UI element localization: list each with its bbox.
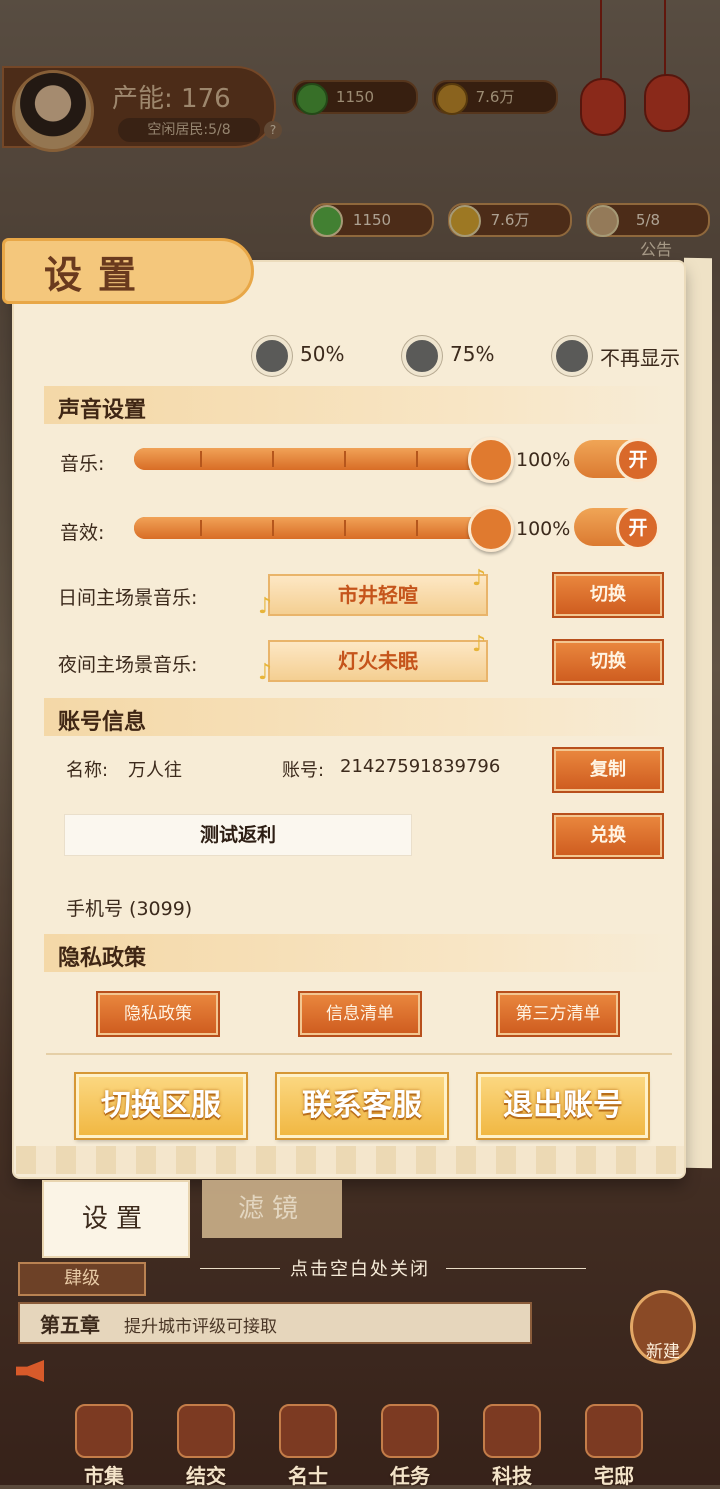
night-music-switch-button[interactable]: 切换: [554, 641, 662, 683]
celebrity-icon: [279, 1404, 337, 1458]
market-icon: [75, 1404, 133, 1458]
third-party-list-button[interactable]: 第三方清单: [498, 993, 618, 1035]
nav-tasks[interactable]: 任务: [378, 1404, 442, 1488]
account-name-value: 万人往: [128, 760, 182, 781]
music-note-icon: ♪: [258, 594, 273, 619]
account-section-title: 账号信息: [58, 710, 147, 735]
copy-button[interactable]: 复制: [554, 749, 662, 791]
info-list-button[interactable]: 信息清单: [300, 993, 420, 1035]
build-label: 新建: [646, 1342, 680, 1362]
radio-75-label: 75%: [450, 342, 495, 366]
social-icon: [177, 1404, 235, 1458]
panel-title: 设置: [44, 253, 153, 297]
night-music-track: 灯火未眠: [268, 640, 488, 682]
day-music-track: 市井轻喧: [268, 574, 488, 616]
radio-never-label: 不再显示: [600, 346, 680, 370]
slider-tick: [344, 451, 346, 467]
nav-market[interactable]: 市集: [72, 1404, 136, 1488]
privacy-section-title: 隐私政策: [58, 946, 147, 971]
slider-tick: [416, 520, 418, 536]
slider-tick: [272, 451, 274, 467]
switch-server-button[interactable]: 切换区服: [76, 1074, 246, 1138]
phone-number: 手机号 (3099): [66, 898, 193, 920]
chapter-text: 提升城市评级可接取: [124, 1317, 277, 1337]
nav-mansion[interactable]: 宅邸: [582, 1404, 646, 1488]
sfx-toggle[interactable]: 开: [574, 506, 660, 550]
panel-page-edge: [684, 257, 712, 1169]
build-button[interactable]: 新建: [630, 1290, 696, 1364]
radio-75[interactable]: [402, 336, 442, 376]
music-slider[interactable]: [134, 448, 494, 470]
music-toggle[interactable]: 开: [574, 438, 660, 482]
chapter-number: 第五章: [40, 1313, 100, 1337]
redeem-code-input[interactable]: 测试返利: [64, 814, 412, 856]
tech-icon: [483, 1404, 541, 1458]
nav-social[interactable]: 结交: [174, 1404, 238, 1488]
slider-tick: [272, 520, 274, 536]
sfx-toggle-knob: 开: [616, 506, 660, 550]
music-note-icon: ♪: [472, 566, 487, 591]
music-note-icon: ♪: [472, 632, 487, 657]
panel-bottom-pattern: [16, 1146, 684, 1174]
sfx-percent: 100%: [516, 518, 571, 540]
account-name-label: 名称:: [66, 760, 109, 781]
account-id-value: 21427591839796: [340, 756, 501, 777]
logout-button[interactable]: 退出账号: [478, 1074, 648, 1138]
music-toggle-knob: 开: [616, 438, 660, 482]
day-music-label: 日间主场景音乐:: [58, 587, 198, 609]
music-slider-fill: [134, 448, 494, 470]
level-tag: 肆级: [18, 1262, 146, 1296]
music-note-icon: ♪: [258, 660, 273, 685]
sfx-slider[interactable]: [134, 517, 494, 539]
slider-tick: [200, 520, 202, 536]
slider-tick: [416, 451, 418, 467]
music-label: 音乐:: [60, 453, 105, 475]
sound-section-title: 声音设置: [58, 398, 147, 423]
mansion-icon: [585, 1404, 643, 1458]
contact-support-button[interactable]: 联系客服: [277, 1074, 447, 1138]
slider-tick: [200, 451, 202, 467]
slider-tick: [344, 520, 346, 536]
sfx-slider-knob[interactable]: [468, 506, 514, 552]
task-icon: [381, 1404, 439, 1458]
sfx-slider-fill: [134, 517, 494, 539]
tab-settings[interactable]: 设置: [42, 1180, 190, 1258]
music-slider-knob[interactable]: [468, 437, 514, 483]
music-percent: 100%: [516, 449, 571, 471]
radio-50[interactable]: [252, 336, 292, 376]
radio-never[interactable]: [552, 336, 592, 376]
day-music-switch-button[interactable]: 切换: [554, 574, 662, 616]
privacy-policy-button[interactable]: 隐私政策: [98, 993, 218, 1035]
sfx-label: 音效:: [60, 522, 105, 544]
night-music-label: 夜间主场景音乐:: [58, 654, 198, 676]
tab-filter[interactable]: 滤镜: [202, 1180, 342, 1238]
nav-tech[interactable]: 科技: [480, 1404, 544, 1488]
nav-celebrities[interactable]: 名士: [276, 1404, 340, 1488]
account-id-label: 账号:: [282, 760, 325, 781]
panel-divider: [46, 1053, 672, 1055]
radio-50-label: 50%: [300, 342, 345, 366]
redeem-button[interactable]: 兑换: [554, 815, 662, 857]
